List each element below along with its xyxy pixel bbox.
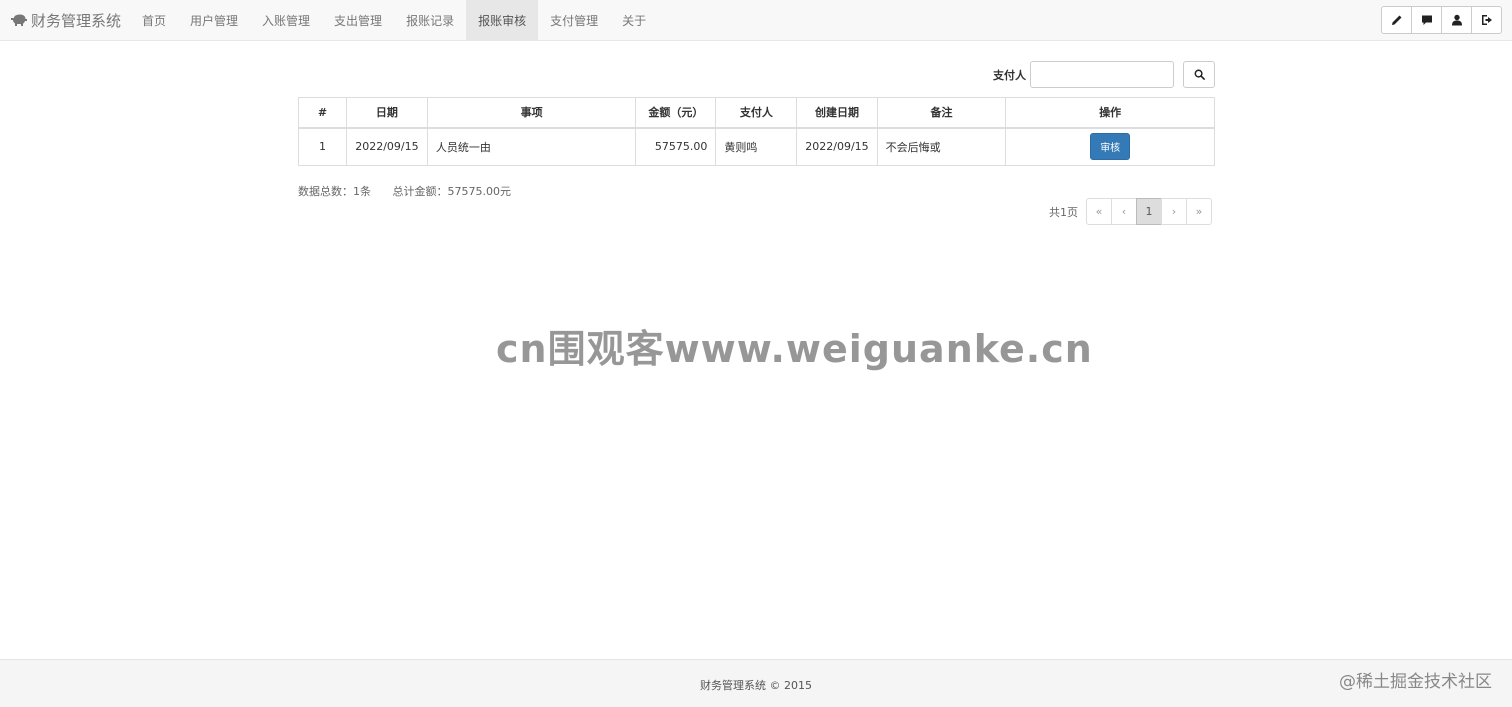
user-icon bbox=[1451, 14, 1462, 26]
cell-action: 审核 bbox=[1005, 127, 1215, 166]
brand[interactable]: 财务管理系统 bbox=[0, 0, 130, 40]
summary: 数据总数：1条 总计金额：57575.00元 bbox=[298, 183, 529, 199]
nav-item-users[interactable]: 用户管理 bbox=[178, 0, 250, 40]
cell-note: 不会后悔或 bbox=[876, 127, 1007, 166]
reimbursement-table: # 日期 事项 金额（元） 支付人 创建日期 备注 操作 1 2022/09/1… bbox=[298, 97, 1215, 166]
total-count: 数据总数：1条 bbox=[298, 185, 371, 198]
main-nav: 首页 用户管理 入账管理 支出管理 报账记录 报账审核 支付管理 关于 bbox=[130, 0, 658, 40]
comment-icon bbox=[1421, 15, 1432, 25]
search-button[interactable] bbox=[1183, 61, 1215, 88]
nav-item-reimburse-records[interactable]: 报账记录 bbox=[394, 0, 466, 40]
footer-watermark: @稀土掘金技术社区 bbox=[1339, 672, 1492, 692]
search-icon bbox=[1194, 69, 1205, 80]
brand-title: 财务管理系统 bbox=[31, 11, 122, 30]
column-header: 创建日期 bbox=[796, 97, 878, 129]
footer: 财务管理系统 © 2015 @稀土掘金技术社区 bbox=[0, 659, 1512, 707]
audit-button[interactable]: 审核 bbox=[1090, 133, 1131, 161]
cell-amount: 57575.00 bbox=[635, 127, 717, 166]
message-button[interactable] bbox=[1411, 6, 1442, 34]
logout-button[interactable] bbox=[1471, 6, 1502, 34]
column-header: 金额（元） bbox=[635, 97, 717, 129]
cell-item: 人员统一由 bbox=[426, 127, 637, 166]
nav-item-income[interactable]: 入账管理 bbox=[250, 0, 322, 40]
cell-created: 2022/09/15 bbox=[796, 127, 878, 166]
search-form: 支付人 bbox=[993, 61, 1215, 88]
search-label: 支付人 bbox=[993, 68, 1026, 82]
pencil-icon bbox=[1391, 15, 1401, 25]
next-page-button[interactable]: › bbox=[1161, 198, 1187, 225]
payer-search-input[interactable] bbox=[1030, 61, 1174, 88]
total-amount: 总计金额：57575.00元 bbox=[392, 185, 512, 198]
table-row: 1 2022/09/15 人员统一由 57575.00 黄则鸣 2022/09/… bbox=[298, 127, 1215, 166]
last-page-button[interactable]: » bbox=[1186, 198, 1212, 225]
page-count: 共1页 bbox=[1049, 205, 1078, 219]
pager: « ‹ 1 › » bbox=[1086, 198, 1212, 225]
table-header-row: # 日期 事项 金额（元） 支付人 创建日期 备注 操作 bbox=[298, 97, 1215, 129]
nav-item-payments[interactable]: 支付管理 bbox=[538, 0, 610, 40]
watermark: cn围观客www.weiguanke.cn bbox=[496, 327, 1093, 371]
nav-item-about[interactable]: 关于 bbox=[610, 0, 658, 40]
column-header: # bbox=[298, 97, 347, 129]
column-header: 操作 bbox=[1005, 97, 1215, 129]
navbar: 财务管理系统 首页 用户管理 入账管理 支出管理 报账记录 报账审核 支付管理 … bbox=[0, 0, 1512, 41]
cell-date: 2022/09/15 bbox=[345, 127, 428, 166]
pagination: 共1页 « ‹ 1 › » bbox=[1049, 198, 1212, 225]
cell-index: 1 bbox=[298, 127, 347, 166]
nav-item-reimburse-audit[interactable]: 报账审核 bbox=[466, 0, 539, 40]
nav-item-home[interactable]: 首页 bbox=[130, 0, 178, 40]
page-1-button[interactable]: 1 bbox=[1136, 198, 1162, 225]
prev-page-button[interactable]: ‹ bbox=[1111, 198, 1137, 225]
first-page-button[interactable]: « bbox=[1086, 198, 1112, 225]
column-header: 事项 bbox=[426, 97, 637, 129]
piggy-bank-icon bbox=[11, 14, 27, 26]
edit-button[interactable] bbox=[1381, 6, 1412, 34]
column-header: 支付人 bbox=[715, 97, 798, 129]
toolbar bbox=[1381, 6, 1502, 34]
column-header: 日期 bbox=[345, 97, 428, 129]
column-header: 备注 bbox=[876, 97, 1007, 129]
nav-item-expense[interactable]: 支出管理 bbox=[322, 0, 394, 40]
footer-copyright: 财务管理系统 © 2015 bbox=[700, 679, 812, 692]
logout-icon bbox=[1481, 15, 1492, 25]
cell-payer: 黄则鸣 bbox=[715, 127, 798, 166]
profile-button[interactable] bbox=[1441, 6, 1472, 34]
